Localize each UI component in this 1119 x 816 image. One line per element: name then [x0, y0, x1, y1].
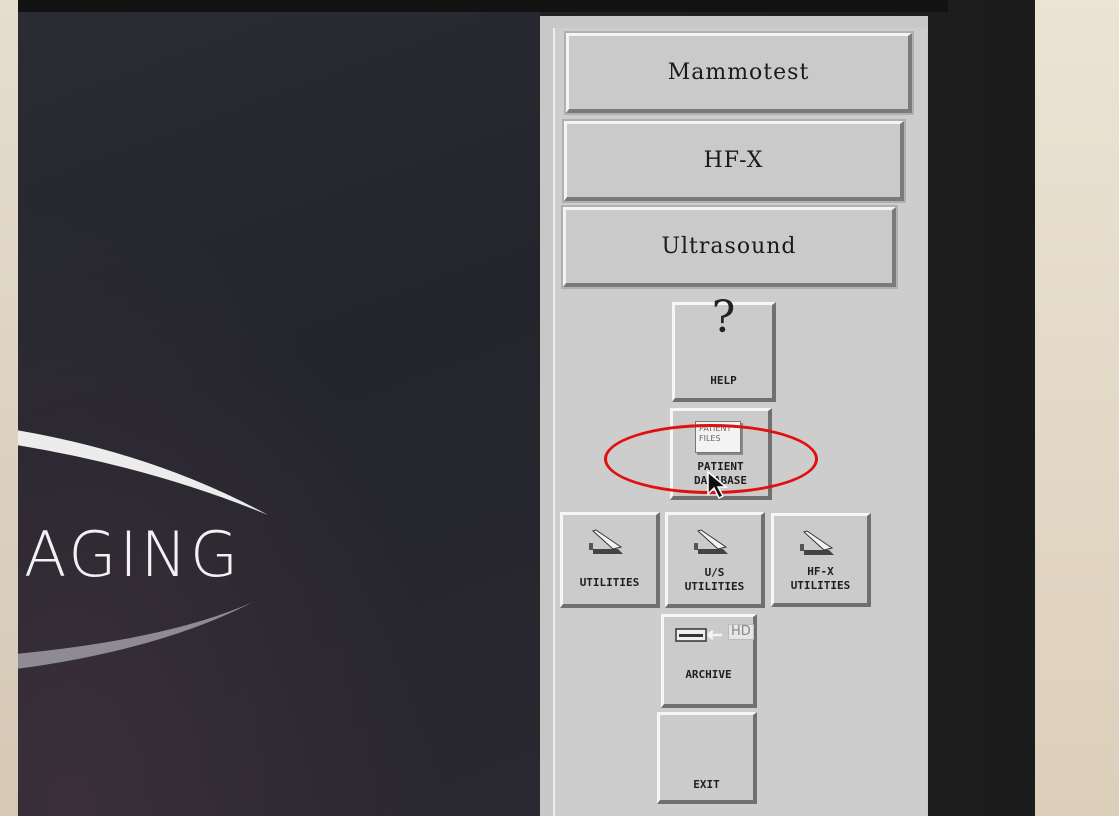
- hf-x-button-label: HF-X: [703, 148, 764, 173]
- monitor-bezel-top: [18, 0, 948, 12]
- utilities-button[interactable]: UTILITIES: [560, 512, 660, 608]
- logo-swoosh-lower: [18, 602, 253, 669]
- us-utilities-button[interactable]: U/S UTILITIES: [665, 512, 765, 608]
- help-button-label: HELP: [710, 374, 737, 387]
- hd-label: HD: [728, 624, 754, 640]
- hf-x-utilities-button[interactable]: HF-X UTILITIES: [771, 513, 871, 607]
- logo-swoosh-upper: [18, 430, 268, 515]
- background-wall-right: [1035, 0, 1119, 816]
- hf-x-utilities-button-label: HF-X UTILITIES: [790, 565, 851, 592]
- exit-button[interactable]: EXIT: [657, 712, 757, 804]
- archive-button-label: ARCHIVE: [685, 668, 732, 681]
- mouse-pointer-icon: [707, 470, 729, 500]
- pocket-knife-icon: [589, 529, 623, 554]
- screen-background: AGING: [18, 12, 540, 816]
- us-utilities-button-label: U/S UTILITIES: [684, 566, 745, 593]
- ultrasound-button[interactable]: Ultrasound: [561, 205, 898, 289]
- ultrasound-button-label: Ultrasound: [661, 234, 797, 259]
- logo-text: AGING: [24, 518, 242, 591]
- pocket-knife-icon: [694, 529, 728, 554]
- pocket-knife-icon: [800, 530, 834, 555]
- exit-button-label: EXIT: [693, 778, 720, 791]
- background-wall-left: [0, 0, 18, 816]
- help-button[interactable]: ? HELP: [672, 292, 776, 402]
- mammotest-button[interactable]: Mammotest: [564, 31, 914, 115]
- question-mark-icon: ?: [711, 292, 736, 343]
- utilities-button-label: UTILITIES: [579, 576, 640, 589]
- mammotest-button-label: Mammotest: [667, 60, 810, 85]
- hf-x-button[interactable]: HF-X: [562, 119, 906, 203]
- archive-button[interactable]: HD ARCHIVE: [661, 614, 757, 708]
